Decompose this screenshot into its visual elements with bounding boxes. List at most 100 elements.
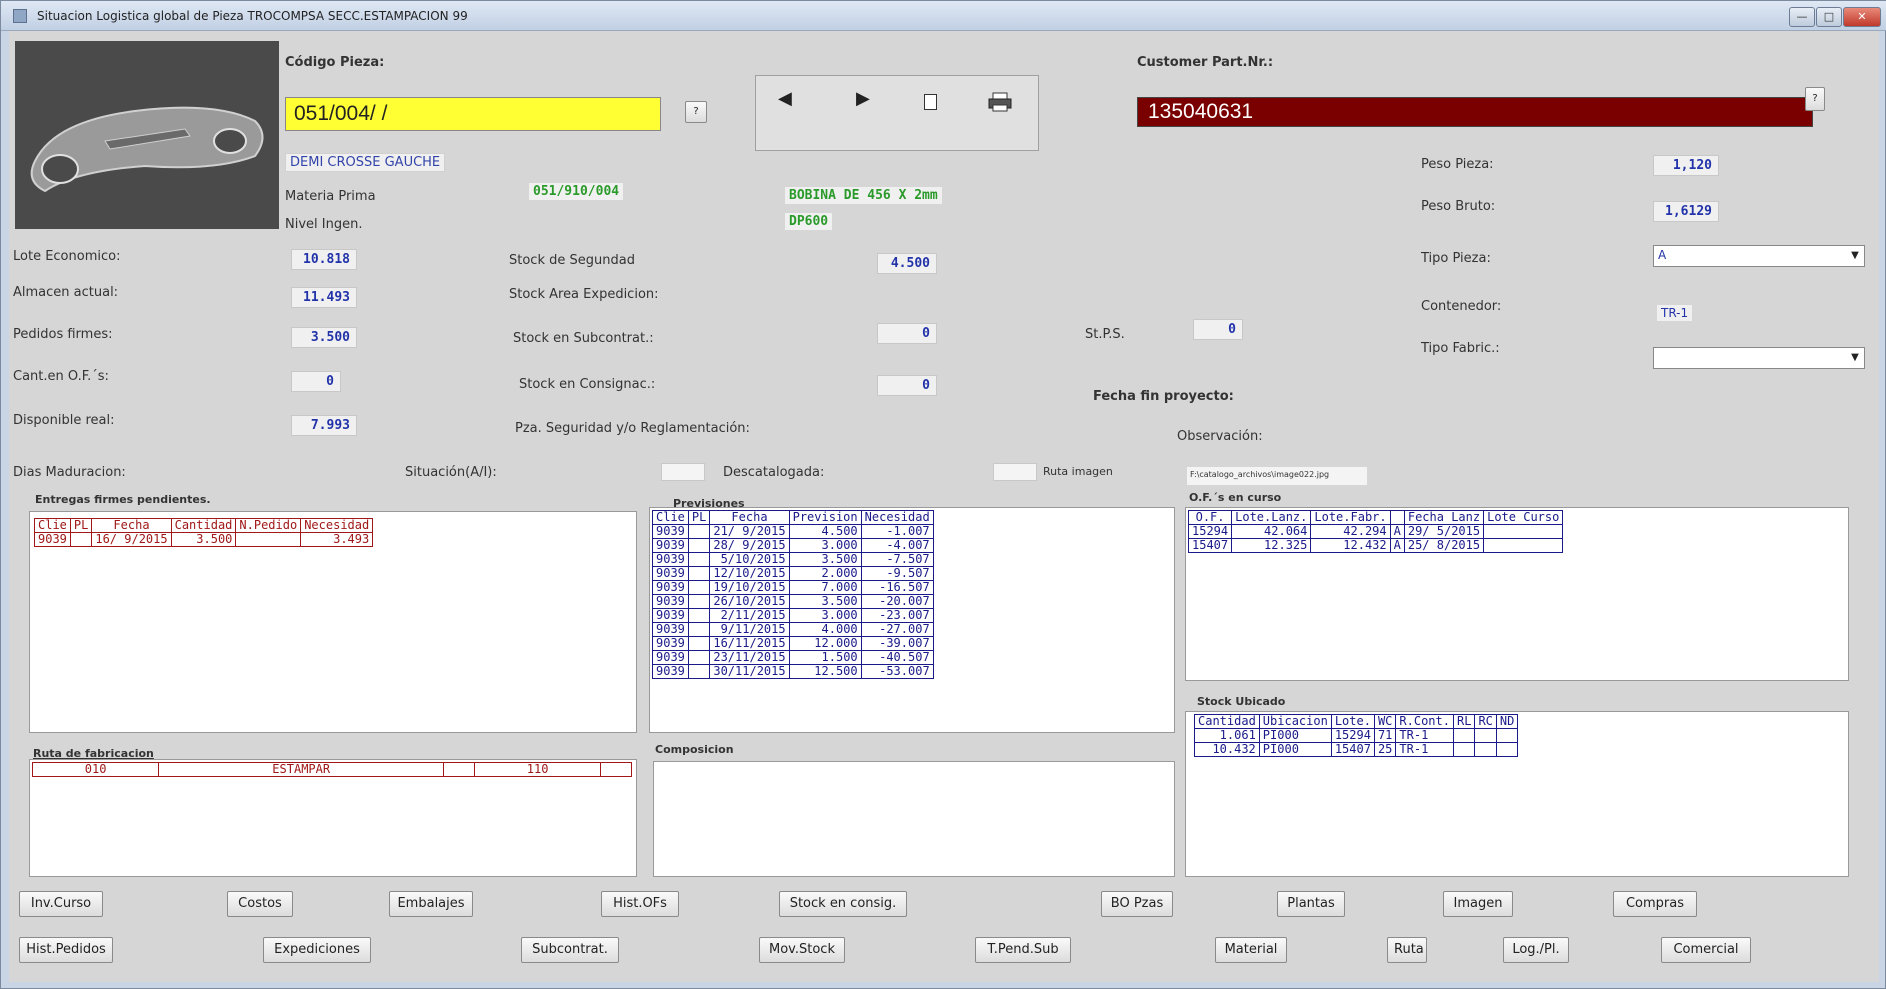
hist-pedidos-button[interactable]: Hist.Pedidos [19,937,113,963]
table-cell: 3.000 [788,608,862,623]
expediciones-button[interactable]: Expediciones [263,937,371,963]
table-cell: 2.000 [788,566,862,581]
customer-part-input[interactable]: 135040631 [1137,97,1813,127]
table-cell: 9039 [652,636,689,651]
mov-stock-button[interactable]: Mov.Stock [759,937,845,963]
tipo-fabric-dropdown[interactable]: ▼ [1653,347,1865,369]
ruta-grid[interactable]: 010 ESTAMPAR 110 [29,759,637,877]
entregas-grid[interactable]: Clie PL Fecha Cantidad N.Pedido Necesidad 903… [29,511,637,733]
ruta-header-cell: 010 [31,762,160,777]
table-row[interactable]: 9039 9/11/2015 4.000 -27.007 [652,622,934,637]
peso-bruto-value: 1,6129 [1653,201,1719,222]
composicion-title: Composicion [655,743,734,756]
log-pl-button[interactable]: Log./Pl. [1503,937,1569,963]
compras-button[interactable]: Compras [1613,891,1697,917]
ofs-header-cell: Lote.Fabr. [1310,510,1391,525]
print-icon[interactable] [988,92,1012,112]
table-cell: 10.432 [1194,742,1260,757]
contenedor-label: Contenedor: [1421,299,1502,314]
almacen-actual-value: 11.493 [291,287,357,308]
costos-button[interactable]: Costos [227,891,293,917]
table-row[interactable]: 9039 12/10/2015 2.000 -9.507 [652,566,934,581]
plantas-button[interactable]: Plantas [1277,891,1345,917]
app-window: Situacion Logistica global de Pieza TROC… [0,0,1886,989]
situacion-field[interactable] [661,463,705,481]
table-row[interactable]: 1.061 PI000 15294 71 TR-1 [1194,728,1519,743]
previsiones-header-cell: Fecha [709,510,790,525]
inv-curso-button[interactable]: Inv.Curso [19,891,103,917]
embalajes-button[interactable]: Embalajes [389,891,473,917]
table-row[interactable]: 9039 21/ 9/2015 4.500 -1.007 [652,524,934,539]
table-cell: 12/10/2015 [709,566,790,581]
stock_ubicado-header-cell: Ubicacion [1258,714,1332,729]
table-row[interactable]: 9039 26/10/2015 3.500 -20.007 [652,594,934,609]
title-bar[interactable]: Situacion Logistica global de Pieza TROC… [1,1,1886,31]
minimize-button[interactable]: — [1789,7,1815,27]
tipo-pieza-dropdown[interactable]: A ▼ [1653,245,1865,267]
table-cell: -53.007 [860,664,934,679]
table-cell: -40.507 [860,650,934,665]
material-button[interactable]: Material [1215,937,1287,963]
descatalogada-field[interactable] [993,463,1037,481]
app-icon [13,9,27,23]
table-row[interactable]: 9039 23/11/2015 1.500 -40.507 [652,650,934,665]
chevron-down-icon[interactable]: ▼ [1846,348,1864,368]
stock-area-expedicion-label: Stock Area Expedicion: [509,287,659,302]
table-row[interactable]: 9039 5/10/2015 3.500 -7.507 [652,552,934,567]
table-row[interactable]: 9039 19/10/2015 7.000 -16.507 [652,580,934,595]
table-cell: -16.507 [860,580,934,595]
bo-pzas-button[interactable]: BO Pzas [1101,891,1173,917]
table-cell: 9/11/2015 [709,622,790,637]
fecha-fin-label: Fecha fin proyecto: [1093,389,1234,404]
stock-ubicado-grid[interactable]: Cantidad Ubicacion Lote. WC R.Cont. RL RC ND 1.… [1185,711,1849,877]
codigo-input[interactable]: 051/004/ / [285,97,661,131]
table-cell: -27.007 [860,622,934,637]
table-cell: 9039 [34,532,71,547]
lote-economico-value: 10.818 [291,249,357,270]
stock-en-consig-button[interactable]: Stock en consig. [779,891,907,917]
stock-consignac-value: 0 [877,375,937,396]
table-cell: 15294 [1330,728,1375,743]
previsiones-header-cell: Prevision [788,510,862,525]
customer-help-button[interactable]: ? [1805,87,1825,111]
table-row[interactable]: 15294 42.064 42.294 A 29/ 5/2015 [1187,524,1564,539]
codigo-help-button[interactable]: ? [685,101,707,123]
maximize-button[interactable]: □ [1816,7,1842,27]
chevron-down-icon[interactable]: ▼ [1846,246,1864,266]
table-row[interactable]: 10.432 PI000 15407 25 TR-1 [1194,742,1519,757]
imagen-button[interactable]: Imagen [1443,891,1513,917]
subcontrat-button[interactable]: Subcontrat. [521,937,619,963]
comercial-button[interactable]: Comercial [1661,937,1751,963]
previsiones-grid[interactable]: Clie PL Fecha Prevision Necesidad 9039 21/ 9/… [649,507,1175,733]
stock_ubicado-header-cell: ND [1495,714,1519,729]
close-button[interactable]: ✕ [1843,7,1881,27]
hist-ofs-button[interactable]: Hist.OFs [601,891,679,917]
ruta-button[interactable]: Ruta [1387,937,1427,963]
table-cell: 26/10/2015 [709,594,790,609]
table-row[interactable]: 9039 2/11/2015 3.000 -23.007 [652,608,934,623]
stock_ubicado-header-cell: Lote. [1330,714,1375,729]
table-cell: 4.500 [788,524,862,539]
table-row[interactable]: 9039 28/ 9/2015 3.000 -4.007 [652,538,934,553]
materia-prima-label: Materia Prima [285,189,376,204]
ofs-grid[interactable]: O.F. Lote.Lanz. Lote.Fabr. Fecha Lanz Lote C… [1185,507,1849,681]
stock_ubicado-header-cell: WC [1373,714,1397,729]
t-pend-sub-button[interactable]: T.Pend.Sub [975,937,1071,963]
table-cell: 16/11/2015 [709,636,790,651]
next-record-icon[interactable]: ▶ [856,88,870,109]
table-row[interactable]: 15407 12.325 12.432 A 25/ 8/2015 [1187,538,1564,553]
descatalogada-label: Descatalogada: [723,465,825,480]
ruta-imagen-label: Ruta imagen [1043,465,1113,478]
table-cell [1452,728,1476,743]
new-record-icon[interactable] [924,94,937,110]
table-row[interactable]: 9039 16/ 9/2015 3.500 3.493 [34,532,374,547]
stock_ubicado-header-cell: Cantidad [1194,714,1260,729]
table-cell [687,538,711,553]
table-row[interactable]: 9039 16/11/2015 12.000 -39.007 [652,636,934,651]
previous-record-icon[interactable]: ◀ [778,88,792,109]
composicion-panel[interactable] [653,761,1175,877]
table-cell [687,580,711,595]
pza-seguridad-label: Pza. Seguridad y/o Reglamentación: [515,421,750,436]
image-path-field[interactable]: F:\catalogo_archivos\image022.jpg [1187,467,1367,485]
table-row[interactable]: 9039 30/11/2015 12.500 -53.007 [652,664,934,679]
